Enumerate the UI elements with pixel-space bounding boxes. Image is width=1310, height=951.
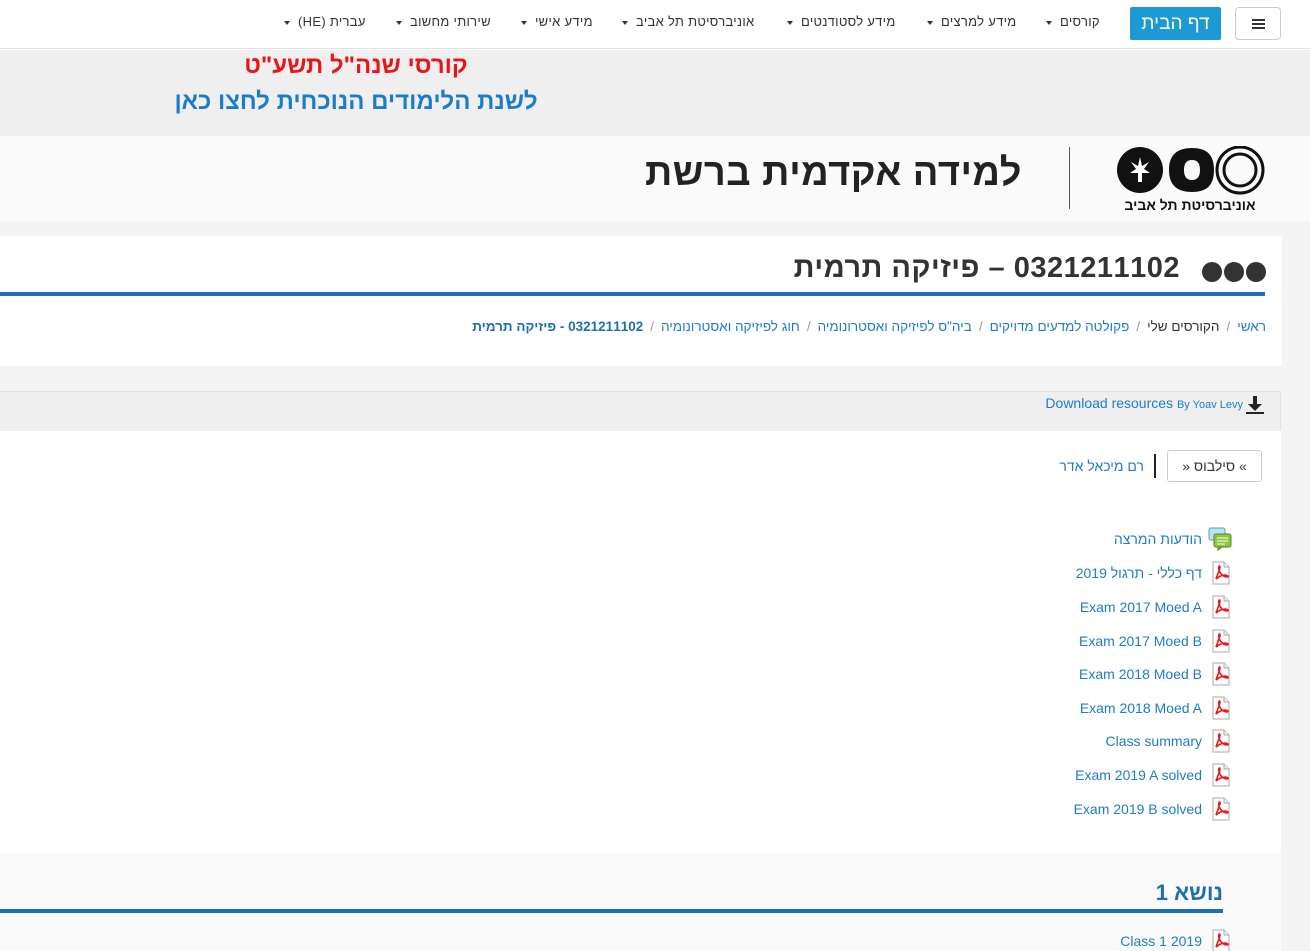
menu-courses-label: קורסים bbox=[1060, 14, 1100, 29]
breadcrumb-department[interactable]: חוג לפיזיקה ואסטרונומיה bbox=[661, 319, 800, 334]
resource-pdf[interactable]: Exam 2018 Moed B bbox=[900, 662, 1232, 686]
course-dots-icon bbox=[1198, 262, 1266, 284]
pdf-icon bbox=[1212, 696, 1230, 720]
pdf-icon bbox=[1212, 729, 1230, 753]
course-title: 0321211102 – פיזיקה תרמית bbox=[793, 252, 1180, 284]
menu-computing-services[interactable]: שירותי מחשוב bbox=[396, 14, 491, 29]
menu-personal-info-label: מידע אישי bbox=[535, 14, 593, 29]
resource-label: Exam 2018 Moed A bbox=[1079, 700, 1202, 716]
resource-pdf[interactable]: Class 1 2019 bbox=[900, 929, 1232, 951]
caret-down-icon bbox=[396, 20, 402, 25]
download-resources-link[interactable]: Download resources By Yoav Levy bbox=[1000, 395, 1243, 411]
resource-label: Exam 2018 Moed B bbox=[1079, 666, 1202, 682]
menu-courses[interactable]: קורסים bbox=[1046, 14, 1100, 29]
pdf-icon bbox=[1212, 595, 1230, 619]
caret-down-icon bbox=[284, 20, 290, 25]
menu-language[interactable]: עברית (HE) bbox=[284, 14, 366, 29]
breadcrumb-my-courses: הקורסים שלי bbox=[1147, 319, 1220, 334]
resource-label: Class 1 2019 bbox=[1120, 933, 1202, 949]
banner-title[interactable]: קורסי שנה"ל תשע"ט bbox=[170, 52, 542, 80]
resource-pdf[interactable]: Exam 2017 Moed A bbox=[900, 595, 1232, 619]
syllabus-button[interactable]: » סילבוס « bbox=[1167, 450, 1262, 482]
lecturer-divider bbox=[1154, 454, 1156, 478]
pdf-icon bbox=[1212, 561, 1230, 585]
resource-pdf[interactable]: Exam 2019 A solved bbox=[900, 763, 1232, 787]
resource-label: הודעות המרצה bbox=[1113, 531, 1202, 547]
breadcrumb-home[interactable]: ראשי bbox=[1237, 319, 1266, 334]
menu-computing-services-label: שירותי מחשוב bbox=[410, 14, 491, 29]
banner-current-year-link[interactable]: לשנת הלימודים הנוכחית לחצו כאן bbox=[170, 88, 542, 116]
menu-lecturers-info[interactable]: מידע למרצים bbox=[927, 14, 1017, 29]
breadcrumb-faculty[interactable]: פקולטה למדעים מדויקים bbox=[990, 319, 1130, 334]
download-resources-label: Download resources bbox=[1045, 395, 1174, 411]
resource-pdf[interactable]: Exam 2018 Moed A bbox=[900, 696, 1232, 720]
caret-down-icon bbox=[521, 20, 527, 25]
breadcrumb-school[interactable]: ביה"ס לפיזיקה ואסטרונומיה bbox=[818, 319, 972, 334]
top-navbar: דף הבית קורסים מידע למרצים מידע לסטודנטי… bbox=[0, 0, 1310, 49]
breadcrumb-separator: / bbox=[1136, 319, 1141, 334]
home-button[interactable]: דף הבית bbox=[1130, 7, 1221, 40]
resource-pdf[interactable]: Exam 2019 B solved bbox=[900, 797, 1232, 821]
lecturer-link[interactable]: רם מיכאל אדר bbox=[1030, 458, 1144, 474]
resource-label: Exam 2017 Moed A bbox=[1079, 599, 1202, 615]
menu-toggle-button[interactable] bbox=[1235, 7, 1281, 40]
title-divider bbox=[0, 292, 1265, 296]
download-icon[interactable] bbox=[1245, 395, 1265, 415]
caret-down-icon bbox=[787, 20, 793, 25]
resource-forum-announcements[interactable]: הודעות המרצה bbox=[900, 527, 1232, 551]
site-title: למידה אקדמית ברשת bbox=[645, 152, 1022, 194]
menu-personal-info[interactable]: מידע אישי bbox=[521, 14, 593, 29]
menu-tau-label: אוניברסיטת תל אביב bbox=[636, 14, 755, 29]
caret-down-icon bbox=[1046, 20, 1052, 25]
breadcrumb-separator: / bbox=[806, 319, 811, 334]
resource-label: דף כללי - תרגול 2019 bbox=[1075, 565, 1202, 581]
breadcrumb-current-course[interactable]: 0321211102 - פיזיקה תרמית bbox=[472, 319, 643, 334]
resource-pdf[interactable]: Class summary bbox=[900, 729, 1232, 753]
breadcrumb-separator: / bbox=[1226, 319, 1231, 334]
menu-language-label: עברית (HE) bbox=[298, 14, 366, 29]
menu-lecturers-info-label: מידע למרצים bbox=[941, 14, 1017, 29]
resource-label: Exam 2017 Moed B bbox=[1079, 633, 1202, 649]
resource-pdf[interactable]: דף כללי - תרגול 2019 bbox=[900, 561, 1232, 585]
menu-students-info[interactable]: מידע לסטודנטים bbox=[787, 14, 896, 29]
menu-students-info-label: מידע לסטודנטים bbox=[801, 14, 896, 29]
caret-down-icon bbox=[927, 20, 933, 25]
resource-label: Exam 2019 A solved bbox=[1075, 767, 1202, 783]
pdf-icon bbox=[1212, 662, 1230, 686]
resource-pdf[interactable]: Exam 2017 Moed B bbox=[900, 629, 1232, 653]
logo-text: אוניברסיטת תל אביב bbox=[1124, 197, 1256, 213]
header-divider bbox=[1069, 147, 1070, 209]
breadcrumb: ראשי / הקורסים שלי / פקולטה למדעים מדויקים / ב… bbox=[420, 319, 1266, 334]
pdf-icon bbox=[1212, 763, 1230, 787]
hamburger-icon bbox=[1251, 17, 1265, 31]
breadcrumb-separator: / bbox=[650, 319, 654, 334]
resource-label: Exam 2019 B solved bbox=[1073, 801, 1202, 817]
section-title: נושא 1 bbox=[1155, 880, 1223, 905]
menu-tau[interactable]: אוניברסיטת תל אביב bbox=[622, 14, 754, 29]
pdf-icon bbox=[1212, 929, 1230, 951]
caret-down-icon bbox=[622, 20, 628, 25]
forum-icon bbox=[1208, 527, 1232, 551]
pdf-icon bbox=[1212, 797, 1230, 821]
breadcrumb-separator: / bbox=[978, 319, 983, 334]
download-resources-author: By Yoav Levy bbox=[1176, 399, 1243, 411]
pdf-icon bbox=[1212, 629, 1230, 653]
section-divider bbox=[0, 909, 1223, 913]
resource-label: Class summary bbox=[1105, 733, 1202, 749]
